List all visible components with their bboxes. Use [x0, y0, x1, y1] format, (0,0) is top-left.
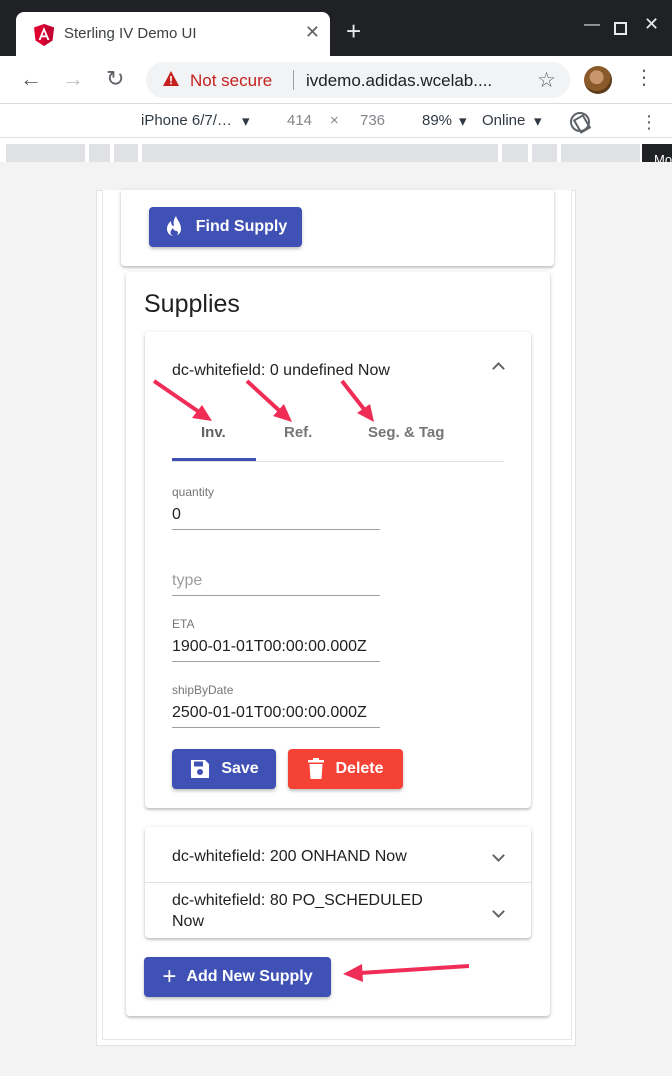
ship-by-date-input[interactable]: 2500-01-01T00:00:00.000Z	[172, 704, 367, 722]
tab-title: Sterling IV Demo UI	[64, 25, 197, 42]
active-tab-indicator	[172, 458, 256, 461]
quantity-input[interactable]: 0	[172, 506, 181, 524]
close-tab-icon[interactable]: ✕	[305, 22, 320, 43]
delete-button[interactable]: Delete	[288, 749, 403, 789]
network-select[interactable]: Online	[482, 112, 525, 129]
trash-icon	[308, 758, 325, 779]
security-status[interactable]: Not secure	[190, 71, 272, 91]
address-bar[interactable]: Not secure ivdemo.adidas.wcelab.... ☆	[146, 62, 570, 98]
quantity-underline	[172, 529, 380, 530]
save-label: Save	[221, 760, 259, 777]
bookmark-star-icon[interactable]: ☆	[537, 68, 556, 93]
find-supply-button[interactable]: Find Supply	[149, 207, 302, 247]
forward-arrow-icon[interactable]: →	[62, 66, 84, 92]
device-width-input[interactable]: 414	[287, 112, 312, 129]
flame-icon	[166, 216, 181, 237]
chevron-down-icon: ▾	[534, 113, 542, 130]
device-height-input[interactable]: 736	[360, 112, 385, 129]
chevron-down-icon: ▾	[459, 113, 467, 130]
ship-by-date-label: shipByDate	[172, 683, 234, 697]
rotate-icon[interactable]	[570, 112, 590, 132]
eta-label: ETA	[172, 617, 195, 631]
tab-seg-tag[interactable]: Seg. & Tag	[368, 424, 444, 441]
zoom-select[interactable]: 89%	[422, 112, 452, 129]
quantity-label: quantity	[172, 485, 215, 499]
delete-label: Delete	[335, 760, 384, 777]
browser-title-bar: Sterling IV Demo UI ✕ + — ✕	[0, 0, 672, 56]
browser-menu-icon[interactable]: ⋮	[634, 68, 654, 88]
window-close-icon[interactable]: ✕	[644, 14, 659, 35]
angular-logo-icon	[34, 24, 54, 46]
add-new-supply-label: Add New Supply	[186, 968, 313, 985]
device-toolbar: iPhone 6/7/… ▾ 414 × 736 89% ▾ Online ▾ …	[0, 105, 672, 138]
plus-icon: +	[162, 963, 177, 990]
media-query-ruler	[6, 144, 640, 162]
url-text[interactable]: ivdemo.adidas.wcelab....	[306, 71, 492, 91]
type-underline	[172, 595, 380, 596]
profile-avatar[interactable]	[584, 66, 612, 94]
expansion-panel	[145, 332, 531, 808]
maximize-icon[interactable]	[614, 22, 627, 35]
minimize-icon[interactable]: —	[584, 16, 600, 34]
warning-icon	[163, 71, 179, 86]
add-new-supply-button[interactable]: + Add New Supply	[144, 957, 331, 997]
tab-inv[interactable]: Inv.	[201, 424, 226, 441]
panel-header-title[interactable]: dc-whitefield: 200 ONHAND Now	[172, 846, 407, 867]
ship-by-date-underline	[172, 727, 380, 728]
device-select[interactable]: iPhone 6/7/…	[141, 112, 232, 129]
back-arrow-icon[interactable]: ←	[20, 66, 42, 92]
save-button[interactable]: Save	[172, 749, 276, 789]
eta-underline	[172, 661, 380, 662]
type-input[interactable]: type	[172, 572, 202, 590]
panel-divider	[145, 882, 531, 883]
floppy-disk-icon	[191, 760, 210, 778]
new-tab-icon[interactable]: +	[346, 18, 361, 44]
devtools-menu-icon[interactable]: ⋮	[640, 112, 658, 133]
find-supply-label: Find Supply	[195, 218, 288, 235]
times-sign: ×	[330, 112, 339, 129]
tab-bar-divider	[172, 461, 504, 462]
browser-tab[interactable]: Sterling IV Demo UI ✕	[16, 12, 330, 56]
tab-ref[interactable]: Ref.	[284, 424, 312, 441]
browser-toolbar: ← → ↻ Not secure ivdemo.adidas.wcelab...…	[0, 56, 672, 104]
panel-header-title[interactable]: dc-whitefield: 80 PO_SCHEDULED Now	[172, 890, 452, 932]
panel-header-title[interactable]: dc-whitefield: 0 undefined Now	[172, 360, 390, 381]
chevron-down-icon: ▾	[242, 113, 250, 130]
reload-icon[interactable]: ↻	[106, 66, 124, 92]
eta-input[interactable]: 1900-01-01T00:00:00.000Z	[172, 638, 367, 656]
supplies-title: Supplies	[144, 290, 240, 318]
omnibox-divider	[293, 70, 294, 90]
